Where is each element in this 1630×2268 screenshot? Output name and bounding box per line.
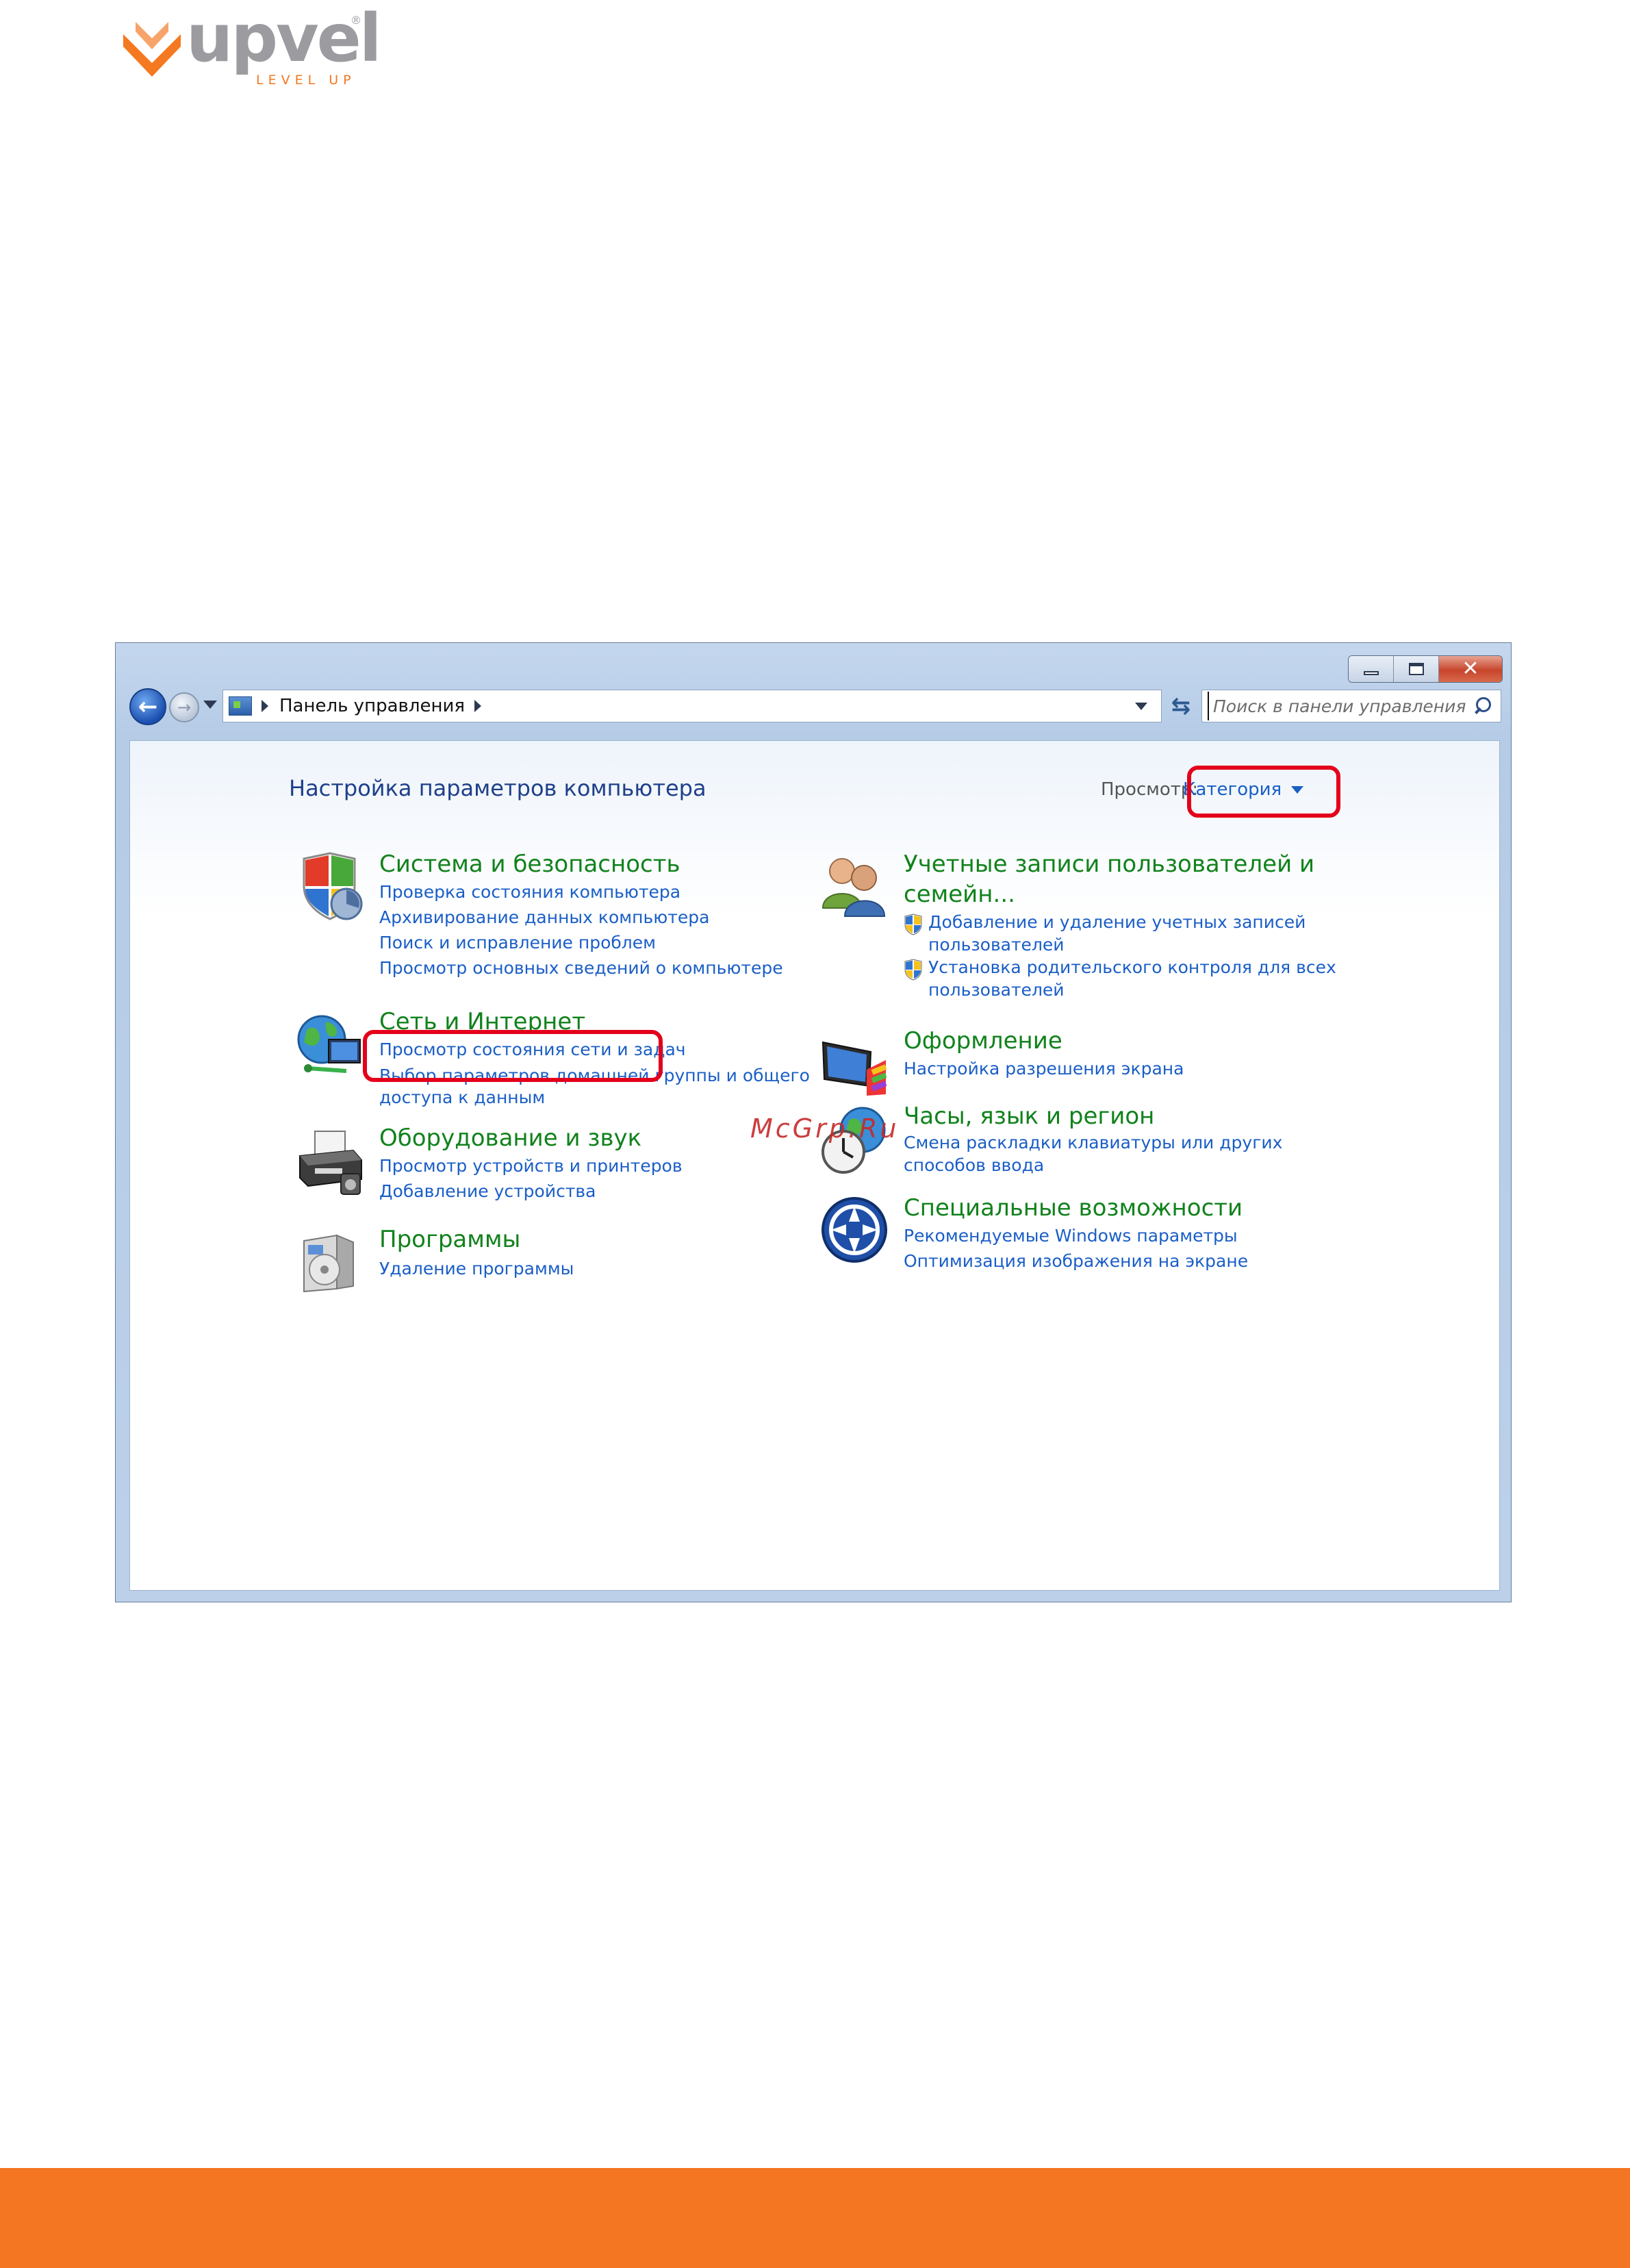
link-change-keyboard-line2[interactable]: способов ввода — [904, 1154, 1282, 1176]
brand-reg-mark: ® — [351, 14, 361, 27]
breadcrumb-control-panel[interactable]: Панель управления — [279, 696, 465, 716]
link-row-add-remove-accounts: Добавление и удаление учетных записей по… — [904, 911, 1336, 956]
links-ease-of-access: Рекомендуемые Windows параметры Оптимиза… — [904, 1223, 1248, 1274]
category-title-ease-of-access[interactable]: Специальные возможности — [904, 1193, 1243, 1223]
search-icon[interactable] — [1470, 694, 1494, 718]
links-appearance: Настройка разрешения экрана — [904, 1056, 1184, 1081]
category-title-appearance[interactable]: Оформление — [904, 1026, 1062, 1056]
footer-bar — [0, 2168, 1630, 2268]
category-title-user-accounts-line2[interactable]: семейн... — [904, 879, 1015, 909]
link-add-remove-accounts-line2[interactable]: пользователей — [928, 933, 1306, 956]
minimize-button[interactable] — [1349, 656, 1394, 682]
maximize-icon — [1408, 663, 1424, 675]
ease-of-access-icon — [822, 1197, 887, 1263]
content-area: Настройка параметров компьютера Просмотр… — [129, 740, 1500, 1591]
link-row-parental-controls: Установка родительского контроля для все… — [904, 956, 1336, 1001]
link-view-devices-printers[interactable]: Просмотр устройств и принтеров — [379, 1153, 683, 1179]
links-programs: Удаление программы — [379, 1256, 574, 1281]
minimize-icon — [1363, 671, 1379, 675]
address-bar[interactable]: Панель управления — [222, 690, 1162, 722]
category-title-hardware-sound[interactable]: Оборудование и звук — [379, 1123, 641, 1153]
link-parental-controls[interactable]: Установка родительского контроля для все… — [928, 956, 1336, 979]
search-box — [1201, 690, 1501, 722]
link-view-computer-info[interactable]: Просмотр основных сведений о компьютере — [379, 955, 783, 981]
users-icon — [822, 858, 886, 917]
breadcrumb-chevron-icon[interactable] — [474, 700, 481, 712]
arrow-right-icon: → — [177, 698, 192, 717]
forward-button[interactable]: → — [169, 692, 199, 722]
link-optimize-visual-display[interactable]: Оптимизация изображения на экране — [904, 1248, 1248, 1274]
highlight-network-status-link — [363, 1030, 663, 1082]
page-title: Настройка параметров компьютера — [289, 775, 706, 801]
link-add-device[interactable]: Добавление устройства — [379, 1179, 683, 1204]
address-dropdown-icon[interactable] — [1135, 703, 1147, 710]
category-title-user-accounts[interactable]: Учетные записи пользователей и — [904, 849, 1314, 879]
close-icon: ✕ — [1462, 657, 1479, 681]
uac-shield-icon — [904, 959, 922, 981]
uac-shield-icon — [904, 914, 922, 935]
maximize-button[interactable] — [1394, 656, 1439, 682]
arrow-left-icon: ← — [138, 693, 158, 720]
link-uninstall-program[interactable]: Удаление программы — [379, 1256, 574, 1281]
watermark: McGrp.Ru — [750, 1113, 900, 1144]
upvel-logo: upvel ® LEVEL UP — [118, 5, 382, 88]
upvel-logo-mark-icon — [123, 22, 181, 77]
links-hardware-sound: Просмотр устройств и принтеров Добавлени… — [379, 1153, 683, 1204]
breadcrumb-chevron-icon[interactable] — [262, 700, 268, 712]
refresh-button[interactable]: ⇆ — [1164, 690, 1197, 722]
link-find-fix-problems[interactable]: Поиск и исправление проблем — [379, 930, 783, 955]
link-parental-controls-line2[interactable]: пользователей — [928, 979, 1336, 1001]
programs-icon — [303, 1234, 354, 1293]
category-title-system-security[interactable]: Система и безопасность — [379, 849, 680, 879]
search-input[interactable] — [1208, 692, 1470, 720]
caption-buttons: ✕ — [1348, 655, 1503, 683]
links-clock-language-region: Смена раскладки клавиатуры или других сп… — [904, 1131, 1282, 1176]
category-title-programs[interactable]: Программы — [379, 1224, 520, 1255]
link-change-keyboard[interactable]: Смена раскладки клавиатуры или других — [904, 1131, 1282, 1154]
link-backup-computer[interactable]: Архивирование данных компьютера — [379, 905, 783, 930]
control-panel-icon — [229, 696, 252, 716]
appearance-monitor-icon — [822, 1041, 887, 1096]
link-recommended-settings[interactable]: Рекомендуемые Windows параметры — [904, 1223, 1248, 1248]
link-adjust-screen-resolution[interactable]: Настройка разрешения экрана — [904, 1056, 1184, 1081]
close-button[interactable]: ✕ — [1439, 656, 1502, 682]
printer-icon — [299, 1131, 362, 1195]
network-globe-icon — [297, 1015, 361, 1073]
link-homegroup-options-line2[interactable]: доступа к данным — [379, 1087, 810, 1109]
links-system-security: Проверка состояния компьютера Архивирова… — [379, 879, 783, 981]
recent-pages-dropdown-icon[interactable] — [203, 701, 217, 709]
navigation-bar: ← → Панель управления ⇆ — [129, 688, 1501, 725]
category-title-clock-language-region[interactable]: Часы, язык и регион — [904, 1101, 1154, 1131]
refresh-icon: ⇆ — [1171, 692, 1191, 720]
links-user-accounts: Добавление и удаление учетных записей по… — [904, 911, 1336, 1001]
security-shield-icon — [303, 852, 363, 920]
link-add-remove-accounts[interactable]: Добавление и удаление учетных записей — [928, 911, 1306, 933]
back-button[interactable]: ← — [129, 688, 166, 725]
brand-tagline: LEVEL UP — [256, 73, 356, 88]
link-check-computer-status[interactable]: Проверка состояния компьютера — [379, 879, 783, 905]
highlight-view-select — [1187, 766, 1340, 818]
